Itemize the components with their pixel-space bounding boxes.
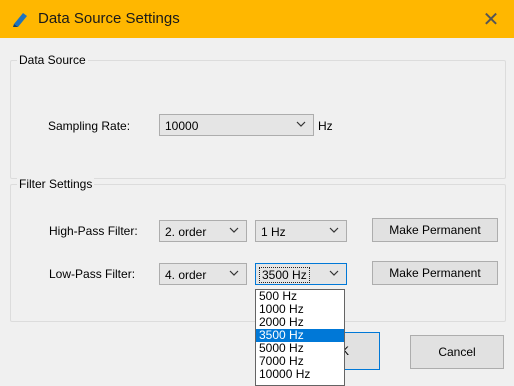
chevron-down-icon	[329, 227, 339, 233]
high-pass-order-combo[interactable]: 2. order	[159, 220, 247, 242]
low-pass-freq-combo[interactable]: 3500 Hz	[255, 263, 347, 285]
high-pass-order-value: 2. order	[165, 225, 207, 239]
sampling-rate-value: 10000	[165, 119, 199, 133]
low-pass-order-combo[interactable]: 4. order	[159, 263, 247, 285]
dropdown-option[interactable]: 10000 Hz	[256, 368, 344, 381]
filter-settings-legend: Filter Settings	[17, 177, 95, 191]
window-title: Data Source Settings	[38, 10, 180, 27]
close-icon: ✕	[482, 8, 500, 31]
low-pass-label: Low-Pass Filter:	[49, 267, 136, 281]
low-pass-order-value: 4. order	[165, 268, 207, 282]
lp-make-permanent-button[interactable]: Make Permanent	[372, 261, 498, 285]
sampling-rate-label: Sampling Rate:	[48, 119, 131, 133]
data-source-group: Data Source Sampling Rate: 10000 Hz	[10, 53, 506, 179]
high-pass-label: High-Pass Filter:	[49, 224, 138, 238]
high-pass-freq-combo[interactable]: 1 Hz	[255, 220, 347, 242]
title-bar: Data Source Settings ✕	[0, 0, 514, 38]
cancel-button[interactable]: Cancel	[410, 335, 504, 369]
chevron-down-icon	[296, 121, 306, 127]
chevron-down-icon	[229, 270, 239, 276]
chevron-down-icon	[329, 270, 339, 276]
app-pencil-icon	[13, 13, 27, 27]
sampling-unit-label: Hz	[318, 119, 333, 133]
sampling-rate-combo[interactable]: 10000	[159, 114, 314, 136]
hp-make-permanent-button[interactable]: Make Permanent	[372, 218, 498, 242]
data-source-legend: Data Source	[17, 53, 88, 67]
chevron-down-icon	[229, 227, 239, 233]
high-pass-freq-value: 1 Hz	[261, 225, 286, 239]
low-pass-freq-dropdown[interactable]: 500 Hz 1000 Hz 2000 Hz 3500 Hz 5000 Hz 7000 H…	[255, 289, 345, 386]
close-button[interactable]: ✕	[468, 0, 514, 38]
low-pass-freq-value: 3500 Hz	[259, 267, 310, 283]
